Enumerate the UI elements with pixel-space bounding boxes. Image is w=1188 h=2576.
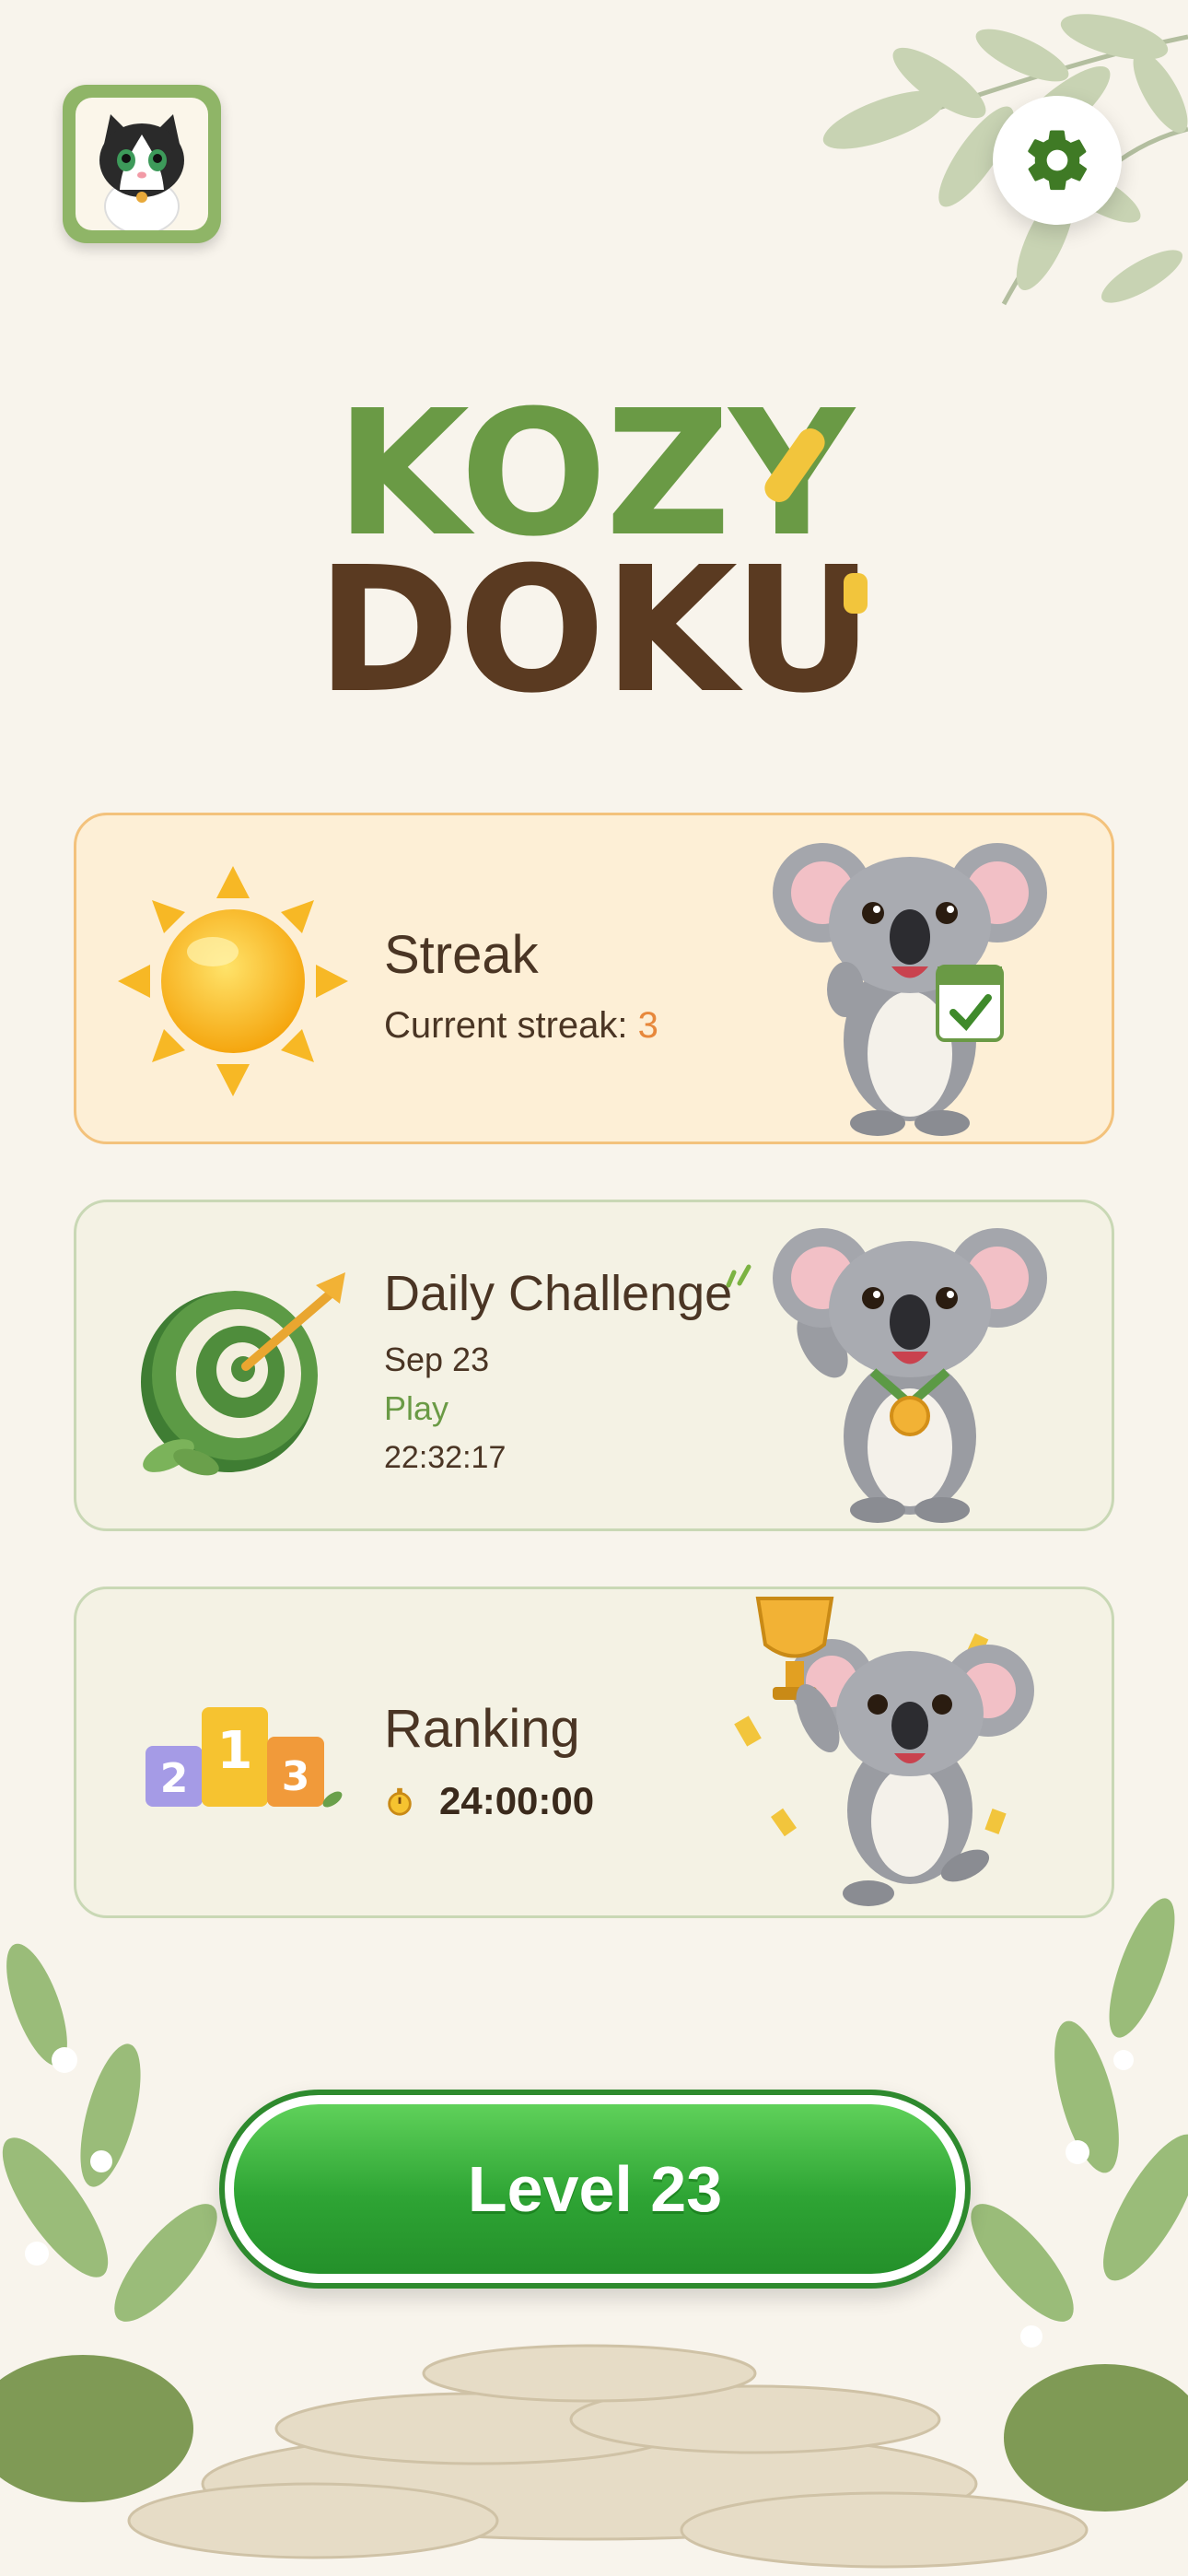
streak-label: Current streak:: [384, 1005, 638, 1046]
koala-medal-icon: [773, 1228, 1047, 1523]
stopwatch-icon: [388, 1787, 412, 1816]
koala-calendar-icon: [773, 843, 1047, 1136]
daily-challenge-play-link[interactable]: Play: [384, 1389, 448, 1428]
sparkle-icon: [726, 1264, 751, 1288]
daily-challenge-date: Sep 23: [384, 1341, 490, 1378]
streak-card[interactable]: Streak Current streak: 3: [74, 813, 1114, 1144]
streak-count: 3: [637, 1005, 658, 1046]
ranking-title: Ranking: [384, 1699, 580, 1759]
daily-challenge-title: Daily Challenge: [384, 1266, 733, 1321]
podium-number-1: 1: [217, 1721, 253, 1781]
logo-line-2: DOKU: [316, 530, 874, 732]
play-level-label: Level 23: [234, 2104, 956, 2274]
profile-avatar[interactable]: [63, 85, 221, 243]
app-logo: KOZY DOKU: [0, 388, 1188, 732]
sun-icon: [118, 866, 348, 1096]
podium-number-3: 3: [282, 1753, 310, 1800]
ranking-timer: 24:00:00: [439, 1779, 595, 1822]
settings-button[interactable]: [993, 96, 1122, 225]
target-icon: [141, 1272, 345, 1476]
streak-title: Streak: [384, 925, 539, 985]
daily-challenge-timer: 22:32:17: [384, 1440, 507, 1475]
home-screen: KOZY DOKU Streak Current streak: 3 Daily…: [0, 0, 1188, 2576]
daily-challenge-card[interactable]: Daily Challenge Sep 23 Play 22:32:17: [74, 1200, 1114, 1531]
gear-icon: [1028, 130, 1088, 191]
podium-icon: 2 1 3: [146, 1707, 343, 1808]
play-level-button[interactable]: Level 23: [219, 2090, 971, 2289]
streak-subtitle: Current streak: 3: [384, 1005, 658, 1047]
ranking-timer-row: 24:00:00: [384, 1779, 594, 1823]
cat-avatar-icon: [99, 114, 184, 230]
logo-accent-mark: [844, 573, 868, 614]
podium-number-2: 2: [160, 1755, 189, 1802]
